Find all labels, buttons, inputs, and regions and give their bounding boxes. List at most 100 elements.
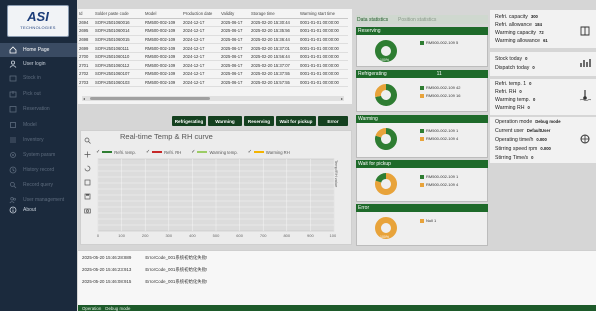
table-cell: 0001-01-01 00:00:00	[299, 60, 348, 71]
legend-item[interactable]: ✓ Warming temp.	[191, 149, 237, 155]
sidebar-item-label: Stock in	[23, 75, 41, 81]
tab-data-statistics[interactable]: Data statistics	[357, 15, 388, 24]
checkbox-icon[interactable]: ✓	[96, 149, 100, 155]
sidebar-item-model[interactable]: Model	[0, 118, 77, 132]
checkbox-icon[interactable]: ✓	[191, 149, 195, 155]
table-row[interactable]: 2703 SOPA2501060103 RM500-002-109 2024-12-1…	[78, 78, 348, 88]
sidebar-item-label: History record	[23, 167, 55, 173]
checkbox-icon[interactable]: ✓	[146, 149, 150, 155]
checkbox-icon[interactable]: ✓	[248, 149, 252, 155]
table-cell: 2025-02-20 15:35:56	[250, 26, 299, 36]
sidebar-item-label: System param	[23, 152, 56, 158]
select-icon[interactable]	[83, 178, 91, 186]
x-tick-label: 600	[236, 233, 243, 238]
table-cell: 2025-02-20 15:36:44	[250, 35, 299, 45]
column-header[interactable]: Solder paste code	[94, 9, 144, 19]
donut-slice	[375, 40, 397, 62]
sidebar-item-reservation[interactable]: Reservation	[0, 102, 77, 116]
table-row[interactable]: 2698 SOPA2501060015 RM500-002-109 2024-12-1…	[78, 35, 348, 45]
column-header[interactable]: Id	[78, 9, 94, 19]
sidebar-item-user-login[interactable]: User login	[0, 57, 77, 71]
scroll-right-icon[interactable]: ▸	[341, 96, 343, 101]
scrollbar-thumb[interactable]	[90, 97, 210, 100]
error-button[interactable]: Error	[318, 116, 348, 126]
x-tick-label: 200	[142, 233, 149, 238]
table-cell: SOPA2501060107	[94, 69, 144, 79]
table-row[interactable]: 2695 SOPA2501060014 RM500-002-109 2024-12-1…	[78, 26, 348, 36]
warming-allowance: Warming allowance 61	[495, 38, 548, 44]
log-entry: 2025-05-20 15:46:28:889 ErrorCode_001系统初始…	[82, 255, 208, 260]
sidebar-item-stock-in[interactable]: Stock in	[0, 71, 77, 85]
query-icon	[8, 181, 17, 190]
table-cell: 2024-12-17	[182, 26, 220, 36]
warming-temp: Warming temp. 0	[495, 97, 536, 103]
model-icon	[8, 121, 17, 130]
table-cell: RM500-002-109	[144, 69, 182, 79]
donut-slice	[375, 128, 387, 138]
column-header[interactable]: Production date	[182, 9, 220, 19]
table-row[interactable]: 2694 SOPA2501060016 RM500-002-109 2024-12-1…	[78, 18, 348, 28]
column-header[interactable]: Model	[144, 9, 182, 19]
x-tick-label: 100	[118, 233, 125, 238]
bar-chart-icon	[578, 56, 592, 70]
legend-label: Warming RH	[265, 149, 290, 155]
table-cell: 0001-01-01 00:00:00	[299, 69, 348, 79]
table-row[interactable]: 2700 SOPA2501060110 RM500-002-109 2024-12-1…	[78, 52, 348, 62]
table-cell: 0001-01-01 00:00:00	[299, 35, 348, 45]
zoom-icon[interactable]	[83, 136, 91, 144]
table-cell: 2024-12-17	[182, 18, 220, 28]
tab-position-statistics[interactable]: Position statistics	[398, 15, 436, 24]
column-header[interactable]: Validity	[220, 9, 250, 19]
legend-row: RM500-002-109 4	[420, 182, 458, 187]
table-cell: SOPA2501060014	[94, 26, 144, 36]
table-cell: 2025-02-20 15:30:44	[250, 18, 299, 28]
reserving-button[interactable]: Reserving	[244, 116, 274, 126]
x-tick-label: 700	[260, 233, 267, 238]
column-header[interactable]: Storage time	[250, 9, 299, 19]
legend-row: RM500-002-109 1	[420, 174, 458, 179]
sidebar-item-about[interactable]: About	[0, 203, 77, 217]
table-cell: 2024-12-17	[182, 60, 220, 71]
sidebar-item-home[interactable]: Home Page	[0, 43, 77, 57]
move-icon[interactable]	[83, 150, 91, 158]
sidebar-item-inventory[interactable]: Inventory	[0, 133, 77, 147]
sidebar-item-label: About	[23, 207, 37, 213]
legend-swatch	[197, 151, 208, 153]
table-cell: RM500-002-109	[144, 26, 182, 36]
refrigerating-button[interactable]: Refrigerating	[172, 116, 206, 126]
logo-main-text: ASI	[27, 9, 49, 24]
table-cell: SOPA2501060015	[94, 35, 144, 45]
x-tick-label: 500	[213, 233, 220, 238]
table-row[interactable]: 2702 SOPA2501060107 RM500-002-109 2024-12-1…	[78, 69, 348, 79]
temp-rh-plot[interactable]: 0 100 200 300 400 500 600 700 800 900 1000	[96, 157, 336, 242]
sidebar-item-label: User login	[23, 61, 46, 67]
log-entry: 2025-05-20 15:46:08:915 ErrorCode_001系统初始…	[82, 279, 208, 284]
legend-swatch	[152, 151, 163, 153]
legend-item[interactable]: ✓ Refri. temp.	[96, 149, 136, 155]
table-cell: 0001-01-01 00:00:00	[299, 43, 348, 53]
reset-icon[interactable]	[83, 164, 91, 172]
warming-button[interactable]: Warming	[208, 116, 242, 126]
legend-row: Null 1	[420, 218, 436, 223]
column-header[interactable]: Warming start time	[299, 9, 348, 19]
legend-label: Warming temp.	[209, 149, 238, 155]
x-tick-label: 800	[283, 233, 290, 238]
table-horizontal-scrollbar[interactable]: ◂ ▸	[82, 96, 344, 101]
save-icon[interactable]	[83, 192, 91, 200]
camera-icon[interactable]	[83, 206, 91, 214]
sidebar-item-history-record[interactable]: History record	[0, 163, 77, 177]
table-cell: 2024-12-17	[182, 69, 220, 79]
sidebar-item-record-query[interactable]: Record query	[0, 178, 77, 192]
legend-item[interactable]: ✓ Refri. RH	[146, 149, 181, 155]
settings-fan-icon	[578, 132, 592, 146]
scroll-left-icon[interactable]: ◂	[83, 96, 85, 101]
wait-for-pickup-button[interactable]: Wait for pickup	[276, 116, 316, 126]
logo-sub-text: TECHNOLOGIES	[20, 25, 56, 30]
table-row[interactable]: 2699 SOPA2501060111 RM500-002-109 2024-12-1…	[78, 43, 348, 53]
sidebar-item-pick-out[interactable]: Pick out	[0, 87, 77, 101]
sidebar-item-system-param[interactable]: System param	[0, 148, 77, 162]
donut-slice	[375, 217, 397, 239]
x-tick-label: 0	[97, 233, 100, 238]
legend-item[interactable]: ✓ Warming RH	[248, 149, 290, 155]
table-row[interactable]: 2701 SOPA2501060112 RM500-002-109 2024-12-1…	[78, 60, 348, 71]
